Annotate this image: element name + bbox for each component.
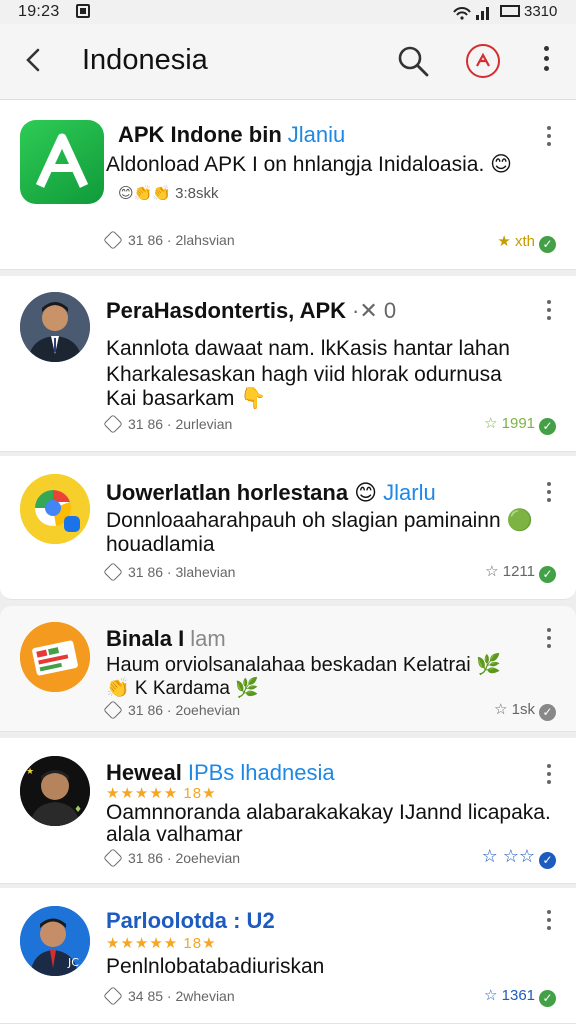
- battery-label: 3310: [524, 3, 558, 20]
- verified-check-icon: ✓: [539, 236, 556, 253]
- meta-text: 31 86 · 2lahsvian: [128, 232, 235, 248]
- app-bar: Indonesia: [0, 24, 576, 100]
- item-tag: Jlarlu: [383, 480, 436, 505]
- item-meta: 31 86 · 2urlevian: [103, 414, 233, 434]
- svg-text:♦: ♦: [74, 805, 82, 815]
- status-time: 19:23: [18, 3, 60, 20]
- item-description-line-2: 👏 K Kardama 🌿: [106, 678, 259, 699]
- check-icon: ✓: [539, 704, 556, 721]
- search-icon[interactable]: [396, 44, 430, 78]
- item-meta: 31 86 · 2lahsvian: [103, 230, 235, 250]
- item-name: Binala I: [106, 626, 185, 651]
- meta-text: 31 86 · 3lahevian: [128, 564, 236, 580]
- page-title: Indonesia: [82, 44, 208, 76]
- item-title: Heweal IPBs lhadnesia: [106, 760, 335, 786]
- item-description-line-3: Kai basarkam 👇: [106, 387, 267, 410]
- item-description-line-1: Donnloaaharahpauh oh slagian paminainn 🟢: [106, 509, 533, 532]
- item-count: ☆ 1sk ✓: [494, 700, 556, 721]
- list-item[interactable]: ★ ♦ Heweal IPBs lhadnesia ★★★★★ 18★ Oamnno…: [0, 738, 576, 884]
- item-description-line-2: alala valhamar: [106, 823, 243, 846]
- list-item[interactable]: APK Indone bin Jlaniu Aldonload APK I on …: [0, 100, 576, 270]
- item-count: ☆ ☆☆ ✓: [482, 846, 556, 869]
- chrome-logo: [20, 474, 90, 544]
- count-text: ☆ ☆☆: [481, 846, 535, 866]
- item-name: Uowerlatlan horlestana 😊: [106, 480, 378, 505]
- item-title: Binala Ilam: [106, 626, 226, 652]
- back-arrow-icon[interactable]: [18, 44, 50, 76]
- count-text: ☆ 1991: [484, 415, 535, 432]
- item-more-icon[interactable]: [544, 628, 554, 654]
- item-more-icon[interactable]: [544, 126, 554, 152]
- item-name: PeraHasdontertis, APK: [106, 298, 347, 323]
- edit-icon: [103, 848, 123, 868]
- item-description-line-1: Kannlota dawaat nam. lkKasis hantar laha…: [106, 337, 510, 360]
- profile-photo-blue: JC: [20, 906, 90, 976]
- item-description-line-1: Haum orviolsanalahaa beskadan Kelatrai 🌿: [106, 654, 502, 676]
- verified-check-icon: ✓: [539, 418, 556, 435]
- item-subline: 😊👏👏 3:8skk: [118, 185, 219, 202]
- item-more-icon[interactable]: [544, 764, 554, 790]
- item-more-icon[interactable]: [544, 910, 554, 936]
- meta-text: 31 86 · 2oehevian: [128, 850, 241, 866]
- verified-check-icon: ✓: [539, 990, 556, 1007]
- orange-app-icon: [20, 622, 90, 692]
- item-title: APK Indone bin Jlaniu: [118, 122, 345, 148]
- profile-photo-dark: ★ ♦: [20, 756, 90, 826]
- edit-icon: [103, 230, 123, 250]
- count-text: ☆ 1sk: [494, 701, 535, 718]
- item-meta: 31 86 · 3lahevian: [103, 562, 236, 582]
- signal-icon: [453, 7, 489, 20]
- item-tag: ·✕ 0: [352, 298, 397, 323]
- item-count: ☆ 1211 ✓: [485, 562, 556, 583]
- overflow-menu-icon[interactable]: [534, 46, 558, 76]
- item-count: ☆ 1361 ✓: [484, 986, 556, 1007]
- item-tag: IPBs lhadnesia: [187, 760, 335, 785]
- svg-text:★: ★: [26, 767, 34, 777]
- status-bar: 19:23 3310: [0, 0, 576, 24]
- list-item[interactable]: Uowerlatlan horlestana 😊 Jlarlu Donnloaah…: [0, 456, 576, 600]
- list-item[interactable]: PeraHasdontertis, APK ·✕ 0 Kannlota dawaa…: [0, 276, 576, 452]
- notification-icon: [76, 4, 90, 18]
- edit-icon: [103, 414, 123, 434]
- item-title: PeraHasdontertis, APK ·✕ 0: [106, 298, 396, 324]
- battery-indicator: 3310: [500, 3, 557, 20]
- item-name: APK Indone bin: [118, 122, 282, 147]
- verified-check-icon: ✓: [539, 566, 556, 583]
- list-item[interactable]: JC Parloolotda : U2 ★★★★★ 18★ Penlnlobat…: [0, 888, 576, 1024]
- list-item[interactable]: Binala Ilam Haum orviolsanalahaa beskada…: [0, 606, 576, 732]
- meta-text: 31 86 · 2oehevian: [128, 702, 241, 718]
- item-description: Aldonload APK I on hnlangja Inidaloasia.…: [106, 153, 513, 176]
- battery-icon: [500, 5, 520, 17]
- count-text: ★ xth: [497, 233, 535, 250]
- count-text: ☆ 1211: [485, 563, 535, 580]
- item-description: Penlnlobatabadiuriskan: [106, 955, 325, 978]
- item-count: ☆ 1991 ✓: [484, 414, 556, 435]
- item-meta: 34 85 · 2whevian: [103, 986, 235, 1006]
- edit-icon: [103, 700, 123, 720]
- android-app-icon: [20, 120, 104, 204]
- profile-logo-icon[interactable]: [466, 44, 500, 78]
- item-title: Parloolotda : U2: [106, 908, 275, 934]
- item-title: Uowerlatlan horlestana 😊 Jlarlu: [106, 480, 436, 506]
- item-count: ★ xth ✓: [497, 232, 556, 253]
- item-meta: 31 86 · 2oehevian: [103, 700, 241, 720]
- item-description-line-2: Kharkalesaskan hagh viid hlorak odurnusa: [106, 363, 502, 386]
- item-more-icon[interactable]: [544, 300, 554, 326]
- profile-photo: [20, 292, 90, 362]
- svg-text:JC: JC: [67, 956, 79, 969]
- item-description-line-2: houadlamia: [106, 533, 215, 556]
- meta-text: 34 85 · 2whevian: [128, 988, 235, 1004]
- item-meta: 31 86 · 2oehevian: [103, 848, 241, 868]
- item-tag: Jlaniu: [287, 122, 346, 147]
- rating-stars: ★★★★★ 18★: [106, 935, 217, 952]
- meta-text: 31 86 · 2urlevian: [128, 416, 233, 432]
- edit-icon: [103, 562, 123, 582]
- item-tag: lam: [190, 626, 226, 651]
- item-more-icon[interactable]: [544, 482, 554, 508]
- edit-icon: [103, 986, 123, 1006]
- item-name: Parloolotda : U2: [106, 908, 275, 933]
- count-text: ☆ 1361: [484, 987, 535, 1004]
- item-name: Heweal: [106, 760, 182, 785]
- verified-check-icon: ✓: [539, 852, 556, 869]
